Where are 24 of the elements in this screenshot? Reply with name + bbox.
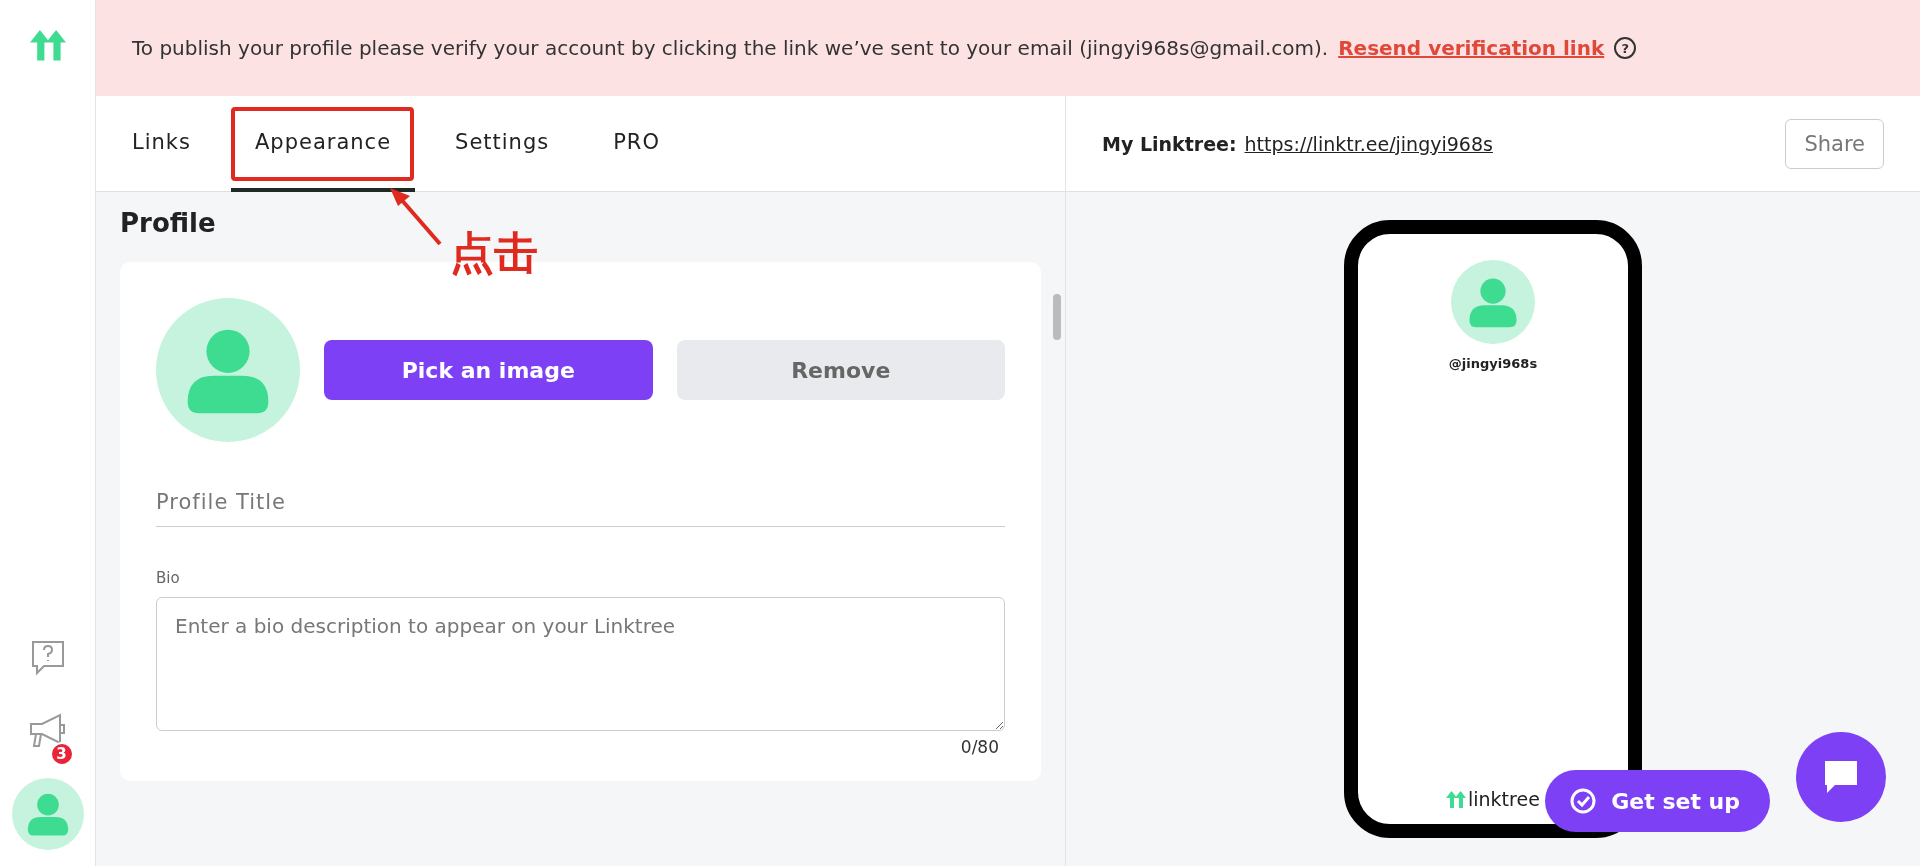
check-circle-icon — [1569, 787, 1598, 815]
tab[interactable]: Settings — [431, 96, 574, 192]
brand-logo-icon — [1446, 790, 1466, 808]
tab[interactable]: Links — [132, 96, 215, 192]
remove-button[interactable]: Remove — [676, 340, 1005, 400]
tab[interactable]: Appearance — [230, 96, 416, 192]
character-counter: 0/80 — [959, 737, 1000, 757]
logo-icon[interactable] — [29, 30, 66, 61]
bio-label: Bio — [156, 569, 181, 587]
banner-message: To publish your profile please verify your account by clicking the link we’ve sent to your email (jingyi968s@gmail.com). — [132, 36, 1329, 60]
pick-image-button[interactable]: Pick an image — [324, 340, 653, 400]
section-heading: Profile — [120, 208, 217, 238]
linktree-label: My Linktree: — [1102, 132, 1237, 155]
annotation-text: 点击 — [450, 226, 538, 280]
notification-badge: 3 — [49, 742, 74, 766]
preview-username: @jingyi968s — [1448, 356, 1538, 371]
help-button[interactable]: ? — [1614, 37, 1637, 59]
scrollbar-thumb[interactable] — [1053, 294, 1061, 340]
get-set-up-button[interactable]: Get set up — [1545, 770, 1770, 832]
share-button[interactable]: Share — [1785, 118, 1884, 169]
tab[interactable]: PRO — [589, 96, 684, 192]
brand-name: linktree — [1468, 788, 1540, 810]
bio-field[interactable]: Enter a bio description to appear on your Linktree — [156, 597, 1005, 731]
profile-url-link[interactable]: https://linktr.ee/jingyi968s — [1244, 132, 1493, 155]
